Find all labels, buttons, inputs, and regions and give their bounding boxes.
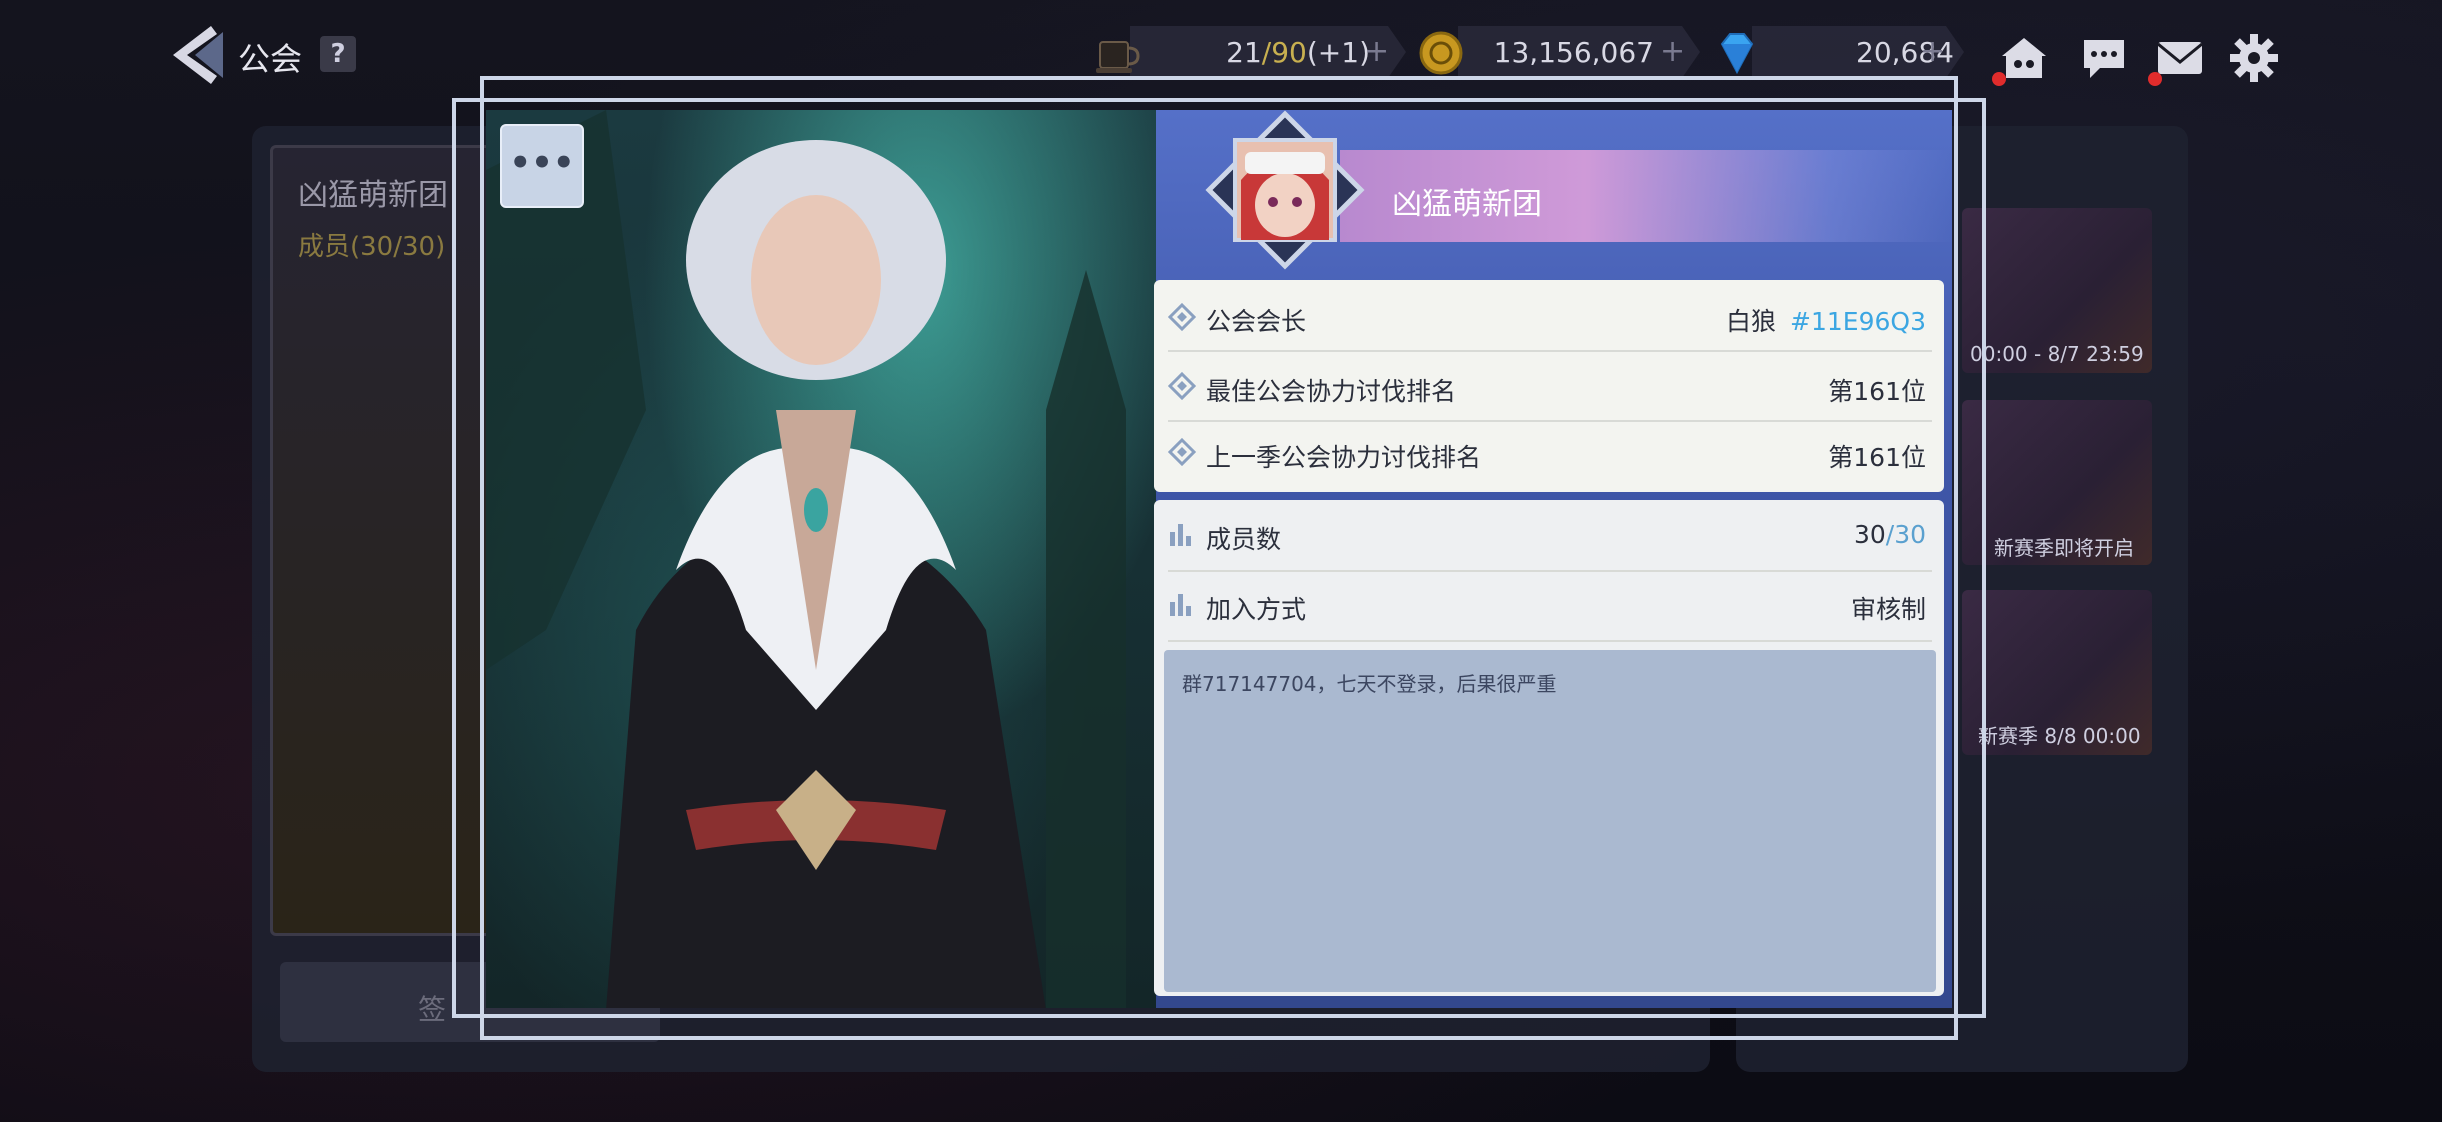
diamond-bullet-icon xyxy=(1167,302,1197,332)
members-current: 30 xyxy=(1853,520,1886,549)
guild-emblem xyxy=(1205,110,1365,270)
event-caption: 新赛季 8/8 00:00 xyxy=(1978,724,2141,748)
members-value: 30/30 xyxy=(1854,520,1926,549)
stat-row-members xyxy=(1168,504,1932,572)
chevron-left-icon xyxy=(173,26,223,84)
page-title: 公会 xyxy=(238,40,303,78)
guild-notice-box xyxy=(1164,650,1936,992)
join-method-label: 加入方式 xyxy=(1206,595,1307,624)
guild-card-name: 凶猛萌新团 xyxy=(298,178,448,213)
stamina-bonus: (+1) xyxy=(1306,36,1370,69)
join-method-value: 审核制 xyxy=(1850,595,1926,624)
notification-dot xyxy=(1992,72,2006,86)
chat-bubble-icon[interactable] xyxy=(2076,30,2132,86)
back-button[interactable] xyxy=(165,22,225,88)
leader-name: 白狼 xyxy=(1726,307,1777,336)
diamond-bullet-icon xyxy=(1167,437,1197,467)
add-gem-button[interactable]: + xyxy=(1920,34,1945,69)
best-rank-label: 最佳公会协力讨伐排名 xyxy=(1206,377,1457,406)
bar-chart-icon xyxy=(1168,520,1196,548)
add-gold-button[interactable]: + xyxy=(1660,34,1685,69)
guild-card-members: 成员(30/30) xyxy=(298,232,446,262)
checkin-label: 签 xyxy=(418,993,447,1026)
add-stamina-button[interactable]: + xyxy=(1364,34,1389,69)
notification-dot xyxy=(2148,72,2162,86)
stamina-value: 21/90(+1) xyxy=(1226,36,1370,69)
guild-character-portrait xyxy=(486,110,1156,1008)
blue-gem-icon xyxy=(1712,28,1762,78)
guild-emblem-avatar xyxy=(1205,110,1365,270)
members-max: /30 xyxy=(1885,520,1926,549)
guild-name: 凶猛萌新团 xyxy=(1392,187,1542,222)
help-button[interactable]: ? xyxy=(320,36,356,72)
gold-coin-icon xyxy=(1416,28,1466,78)
bar-chart-icon xyxy=(1168,590,1196,618)
gear-icon[interactable] xyxy=(2226,30,2282,86)
members-label: 成员数 xyxy=(1206,525,1282,554)
gold-value: 13,156,067 xyxy=(1493,36,1654,69)
character-illustration xyxy=(486,110,1126,1008)
last-rank-label: 上一季公会协力讨伐排名 xyxy=(1206,443,1482,472)
last-rank-value: 第161位 xyxy=(1828,443,1926,472)
more-options-button[interactable]: ••• xyxy=(500,124,584,208)
guild-notice-text: 群717147704，七天不登录，后果很严重 xyxy=(1182,672,1557,696)
diamond-bullet-icon xyxy=(1167,371,1197,401)
leader-id: #11E96Q3 xyxy=(1790,307,1926,336)
leader-value: 白狼 #11E96Q3 xyxy=(1726,302,1926,338)
coffee-cup-icon xyxy=(1092,28,1142,78)
stamina-current: 21 xyxy=(1226,36,1262,69)
best-rank-value: 第161位 xyxy=(1828,377,1926,406)
event-caption: 新赛季即将开启 xyxy=(1994,536,2134,560)
leader-label: 公会会长 xyxy=(1206,307,1307,336)
event-caption: 00:00 - 8/7 23:59 xyxy=(1970,342,2144,366)
stamina-max: 90 xyxy=(1271,36,1307,69)
